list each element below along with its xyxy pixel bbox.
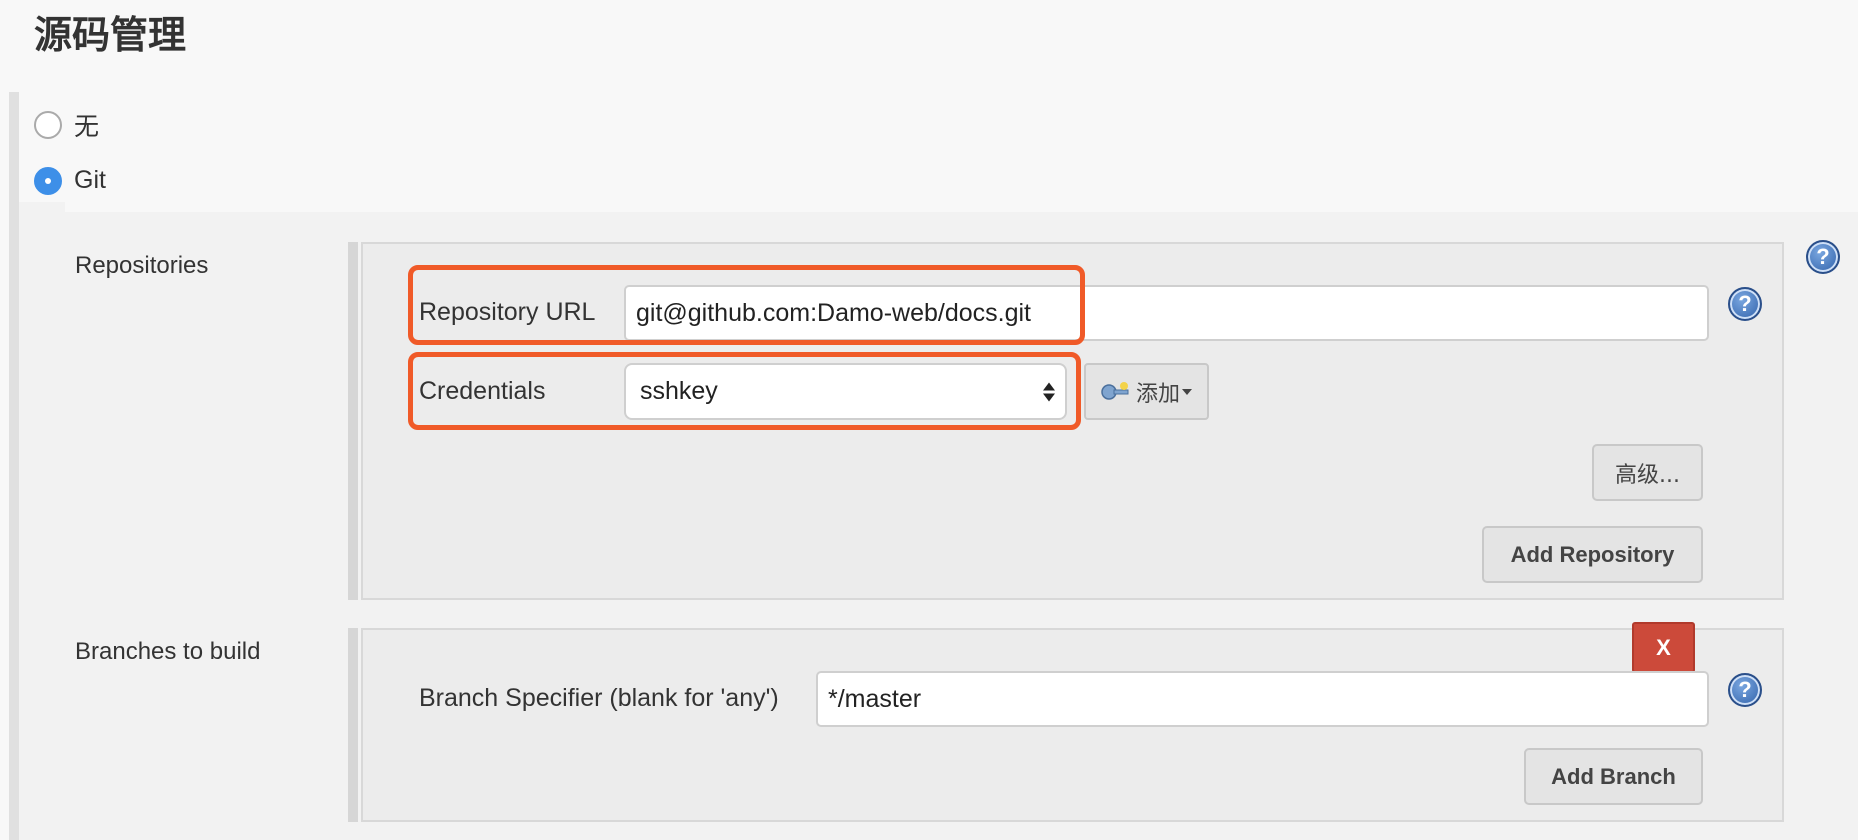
chevron-down-icon xyxy=(1182,388,1193,395)
branch-specifier-label: Branch Specifier (blank for 'any') xyxy=(419,684,779,712)
radio-git[interactable] xyxy=(34,166,62,195)
add-branch-button[interactable]: Add Branch xyxy=(1524,748,1703,805)
add-credentials-button[interactable]: 添加 xyxy=(1084,363,1209,420)
key-icon xyxy=(1101,381,1129,400)
credentials-highlight xyxy=(408,352,1081,430)
repositories-group-bar xyxy=(348,242,358,600)
branch-specifier-input[interactable]: */master xyxy=(816,671,1709,727)
add-credentials-label: 添加 xyxy=(1136,381,1181,407)
advanced-button[interactable]: 高级... xyxy=(1592,444,1703,501)
scm-option-none[interactable]: 无 xyxy=(34,107,99,143)
branches-group-bar xyxy=(348,628,358,822)
repository-url-highlight xyxy=(408,265,1085,345)
scm-option-git[interactable]: Git xyxy=(34,166,106,195)
help-icon[interactable]: ? xyxy=(1728,287,1762,321)
repositories-label: Repositories xyxy=(75,252,209,279)
branch-specifier-value: */master xyxy=(828,684,922,713)
branches-label: Branches to build xyxy=(75,638,261,665)
section-title: 源码管理 xyxy=(34,13,187,57)
radio-none-label: 无 xyxy=(74,112,100,141)
left-rail xyxy=(9,92,19,840)
help-icon[interactable]: ? xyxy=(1728,673,1762,707)
help-icon[interactable]: ? xyxy=(1806,240,1840,274)
delete-branch-button[interactable]: X xyxy=(1632,622,1695,673)
radio-none[interactable] xyxy=(34,111,62,139)
radio-git-label: Git xyxy=(74,166,106,194)
add-repository-button[interactable]: Add Repository xyxy=(1482,526,1703,583)
